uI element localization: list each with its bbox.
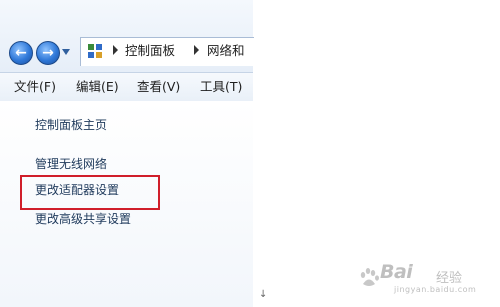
breadcrumb-control-panel[interactable]: 控制面板	[125, 42, 175, 60]
menu-edit[interactable]: 编辑(E)	[76, 78, 119, 95]
address-bar[interactable]: 控制面板 网络和	[80, 37, 254, 66]
watermark-label: 经验	[436, 271, 463, 286]
baidu-watermark: Bai 经验 jingyan.baidu.com	[358, 259, 496, 294]
menu-file[interactable]: 文件(F)	[14, 78, 56, 95]
breadcrumb-network[interactable]: 网络和	[207, 42, 245, 60]
task-control-panel-home[interactable]: 控制面板主页	[35, 117, 107, 133]
mouse-cursor-icon: ↓	[259, 289, 268, 300]
forward-button[interactable]: →	[36, 41, 60, 65]
menu-view[interactable]: 查看(V)	[137, 78, 180, 95]
back-button[interactable]: ←	[9, 41, 33, 65]
recent-pages-dropdown-icon[interactable]	[62, 49, 70, 55]
watermark-url: jingyan.baidu.com	[394, 285, 477, 294]
baidu-paw-icon	[360, 268, 379, 286]
task-manage-wireless-networks[interactable]: 管理无线网络	[35, 156, 107, 172]
arrow-left-icon: ←	[15, 45, 27, 61]
address-toolbar: ← → 控制面板 网络和	[0, 0, 254, 72]
watermark-logo: Bai	[380, 261, 413, 283]
highlight-box	[20, 175, 160, 210]
arrow-right-icon: →	[42, 45, 54, 61]
breadcrumb-separator-icon[interactable]	[113, 45, 118, 55]
menu-tools[interactable]: 工具(T)	[200, 78, 242, 95]
task-change-advanced-sharing[interactable]: 更改高级共享设置	[35, 211, 131, 227]
control-panel-icon	[88, 44, 102, 58]
explorer-window: ← → 控制面板 网络和 文件(F) 编辑(E) 查看(V) 工具(T) 控制面…	[0, 0, 254, 307]
breadcrumb-separator-icon[interactable]	[194, 45, 199, 55]
menu-bar: 文件(F) 编辑(E) 查看(V) 工具(T)	[0, 72, 253, 102]
